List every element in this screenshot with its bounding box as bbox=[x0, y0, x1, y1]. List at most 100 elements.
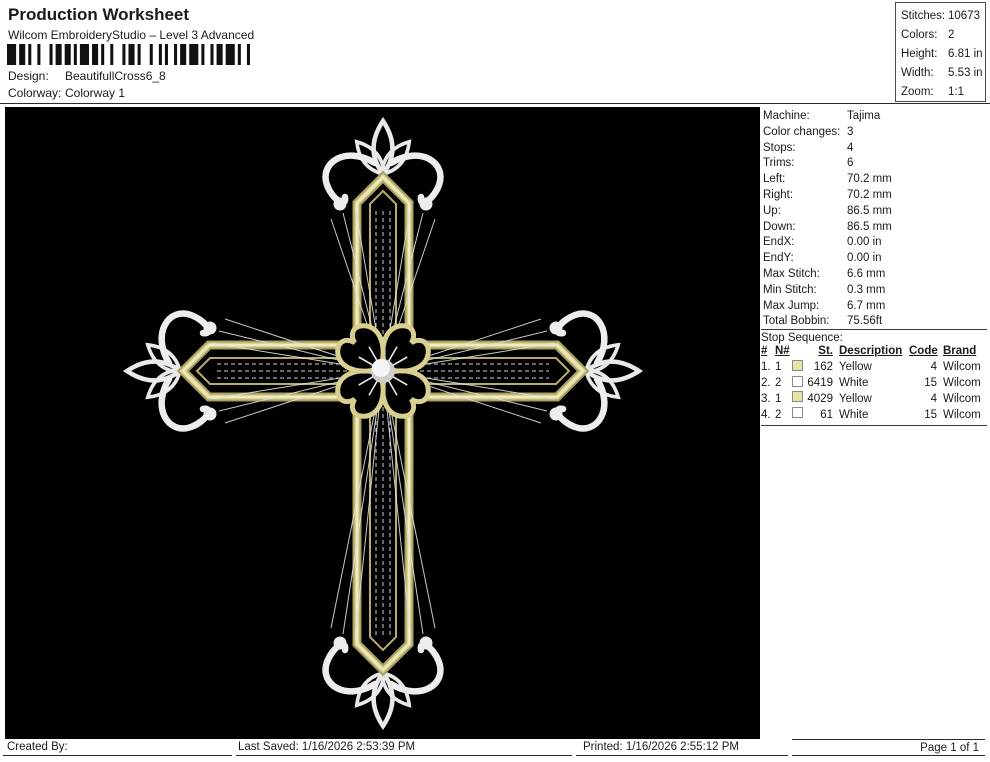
machine-info-value: 3 bbox=[847, 125, 853, 141]
col-header-n: N# bbox=[775, 344, 792, 360]
machine-info-row: Right:70.2 mm bbox=[763, 188, 987, 204]
machine-info-row: Max Jump:6.7 mm bbox=[763, 299, 987, 315]
machine-info-row: EndX:0.00 in bbox=[763, 235, 987, 251]
machine-info-row: Left:70.2 mm bbox=[763, 172, 987, 188]
col-header-brand: Brand bbox=[937, 344, 987, 360]
machine-info-value: 75.56ft bbox=[847, 314, 882, 330]
footer-printed: Printed: 1/16/2026 2:55:12 PM bbox=[576, 739, 788, 756]
colorway-label: Colorway: bbox=[8, 86, 65, 100]
stats-value: 2 bbox=[948, 26, 954, 45]
stop-sequence-row: 3. 1 4029 Yellow 4 Wilcom bbox=[761, 391, 987, 407]
stitch-count: 6419 bbox=[807, 376, 833, 392]
machine-info-value: 0.3 mm bbox=[847, 283, 885, 299]
machine-info-row: Machine:Tajima bbox=[763, 109, 987, 125]
thread-code: 15 bbox=[909, 376, 937, 392]
stop-sequence-title: Stop Sequence: bbox=[761, 329, 987, 344]
stats-label: Height: bbox=[901, 45, 948, 64]
machine-info-value: 86.5 mm bbox=[847, 204, 892, 220]
machine-info-value: Tajima bbox=[847, 109, 880, 125]
stop-sequence-row: 1. 1 162 Yellow 4 Wilcom bbox=[761, 360, 987, 376]
stitch-count: 4029 bbox=[807, 392, 833, 408]
machine-info-label: Right: bbox=[763, 188, 847, 204]
stitch-count: 61 bbox=[807, 408, 833, 424]
thread-description: Yellow bbox=[833, 392, 909, 408]
thread-brand: Wilcom bbox=[937, 376, 987, 392]
machine-info-value: 6.6 mm bbox=[847, 267, 885, 283]
machine-info-label: Up: bbox=[763, 204, 847, 220]
stop-sequence-section: Stop Sequence: # N# St. Description Code… bbox=[761, 329, 987, 426]
app-subtitle: Wilcom EmbroideryStudio – Level 3 Advanc… bbox=[8, 28, 254, 42]
col-header-num: # bbox=[761, 344, 775, 360]
stats-value: 6.81 in bbox=[948, 45, 983, 64]
machine-info-row: Trims:6 bbox=[763, 156, 987, 172]
design-label: Design: bbox=[8, 69, 65, 83]
footer-last-saved: Last Saved: 1/16/2026 2:53:39 PM bbox=[236, 739, 572, 756]
thread-description: White bbox=[833, 376, 909, 392]
machine-info-row: Up:86.5 mm bbox=[763, 204, 987, 220]
thread-brand: Wilcom bbox=[937, 408, 987, 424]
machine-info-value: 6.7 mm bbox=[847, 299, 885, 315]
machine-info-label: Stops: bbox=[763, 141, 847, 157]
machine-info-value: 0.00 in bbox=[847, 235, 882, 251]
machine-info-label: Trims: bbox=[763, 156, 847, 172]
stats-value: 10673 bbox=[948, 7, 980, 26]
machine-info-label: Left: bbox=[763, 172, 847, 188]
machine-info-value: 0.00 in bbox=[847, 251, 882, 267]
stats-row: Stitches:10673 bbox=[901, 7, 985, 26]
design-value: BeautifullCross6_8 bbox=[65, 69, 166, 83]
machine-info-row: Stops:4 bbox=[763, 141, 987, 157]
needle-num: 2 bbox=[775, 376, 792, 392]
barcode bbox=[7, 44, 253, 65]
thread-color-swatch bbox=[792, 391, 803, 402]
machine-info-value: 86.5 mm bbox=[847, 220, 892, 236]
stats-row: Colors:2 bbox=[901, 26, 985, 45]
stats-row: Width:5.53 in bbox=[901, 64, 985, 83]
stop-sequence-table: # N# St. Description Code Brand 1. 1 162… bbox=[761, 344, 987, 426]
header-divider bbox=[0, 103, 990, 104]
machine-info-row: EndY:0.00 in bbox=[763, 251, 987, 267]
stop-sequence-row: 2. 2 6419 White 15 Wilcom bbox=[761, 376, 987, 392]
stats-label: Stitches: bbox=[901, 7, 948, 26]
machine-info-row: Min Stitch:0.3 mm bbox=[763, 283, 987, 299]
machine-info-value: 4 bbox=[847, 141, 853, 157]
footer-created-by: Created By: bbox=[3, 739, 232, 756]
stitch-count: 162 bbox=[807, 360, 833, 376]
machine-info-label: Max Stitch: bbox=[763, 267, 847, 283]
design-stats-box: Stitches:10673 Colors:2 Height:6.81 in W… bbox=[895, 2, 986, 102]
needle-num: 1 bbox=[775, 360, 792, 376]
machine-info-row: Down:86.5 mm bbox=[763, 220, 987, 236]
thread-description: White bbox=[833, 408, 909, 424]
stats-value: 1:1 bbox=[948, 83, 964, 102]
machine-info-label: Machine: bbox=[763, 109, 847, 125]
thread-description: Yellow bbox=[833, 360, 909, 376]
thread-color-swatch bbox=[792, 360, 803, 371]
row-num: 2. bbox=[761, 376, 775, 392]
machine-info-row: Color changes:3 bbox=[763, 125, 987, 141]
col-header-st: St. bbox=[807, 344, 833, 360]
colorway-row: Colorway: Colorway 1 bbox=[8, 86, 125, 100]
machine-info-value: 70.2 mm bbox=[847, 188, 892, 204]
stats-label: Width: bbox=[901, 64, 948, 83]
machine-info-panel: Machine:Tajima Color changes:3 Stops:4 T… bbox=[763, 109, 987, 330]
thread-color-swatch bbox=[792, 376, 803, 387]
cross-design-svg bbox=[5, 107, 760, 739]
stats-label: Zoom: bbox=[901, 83, 948, 102]
thread-brand: Wilcom bbox=[937, 360, 987, 376]
needle-num: 2 bbox=[775, 408, 792, 424]
col-header-code: Code bbox=[909, 344, 937, 360]
footer-page-number: Page 1 of 1 bbox=[792, 739, 985, 756]
machine-info-label: Min Stitch: bbox=[763, 283, 847, 299]
row-num: 3. bbox=[761, 392, 775, 408]
page-title: Production Worksheet bbox=[8, 5, 189, 25]
machine-info-value: 70.2 mm bbox=[847, 172, 892, 188]
thread-brand: Wilcom bbox=[937, 392, 987, 408]
row-num: 4. bbox=[761, 408, 775, 424]
colorway-value: Colorway 1 bbox=[65, 86, 125, 100]
machine-info-label: Color changes: bbox=[763, 125, 847, 141]
stats-row: Height:6.81 in bbox=[901, 45, 985, 64]
machine-info-row: Max Stitch:6.6 mm bbox=[763, 267, 987, 283]
stats-value: 5.53 in bbox=[948, 64, 983, 83]
thread-code: 15 bbox=[909, 408, 937, 424]
stats-label: Colors: bbox=[901, 26, 948, 45]
machine-info-label: EndX: bbox=[763, 235, 847, 251]
